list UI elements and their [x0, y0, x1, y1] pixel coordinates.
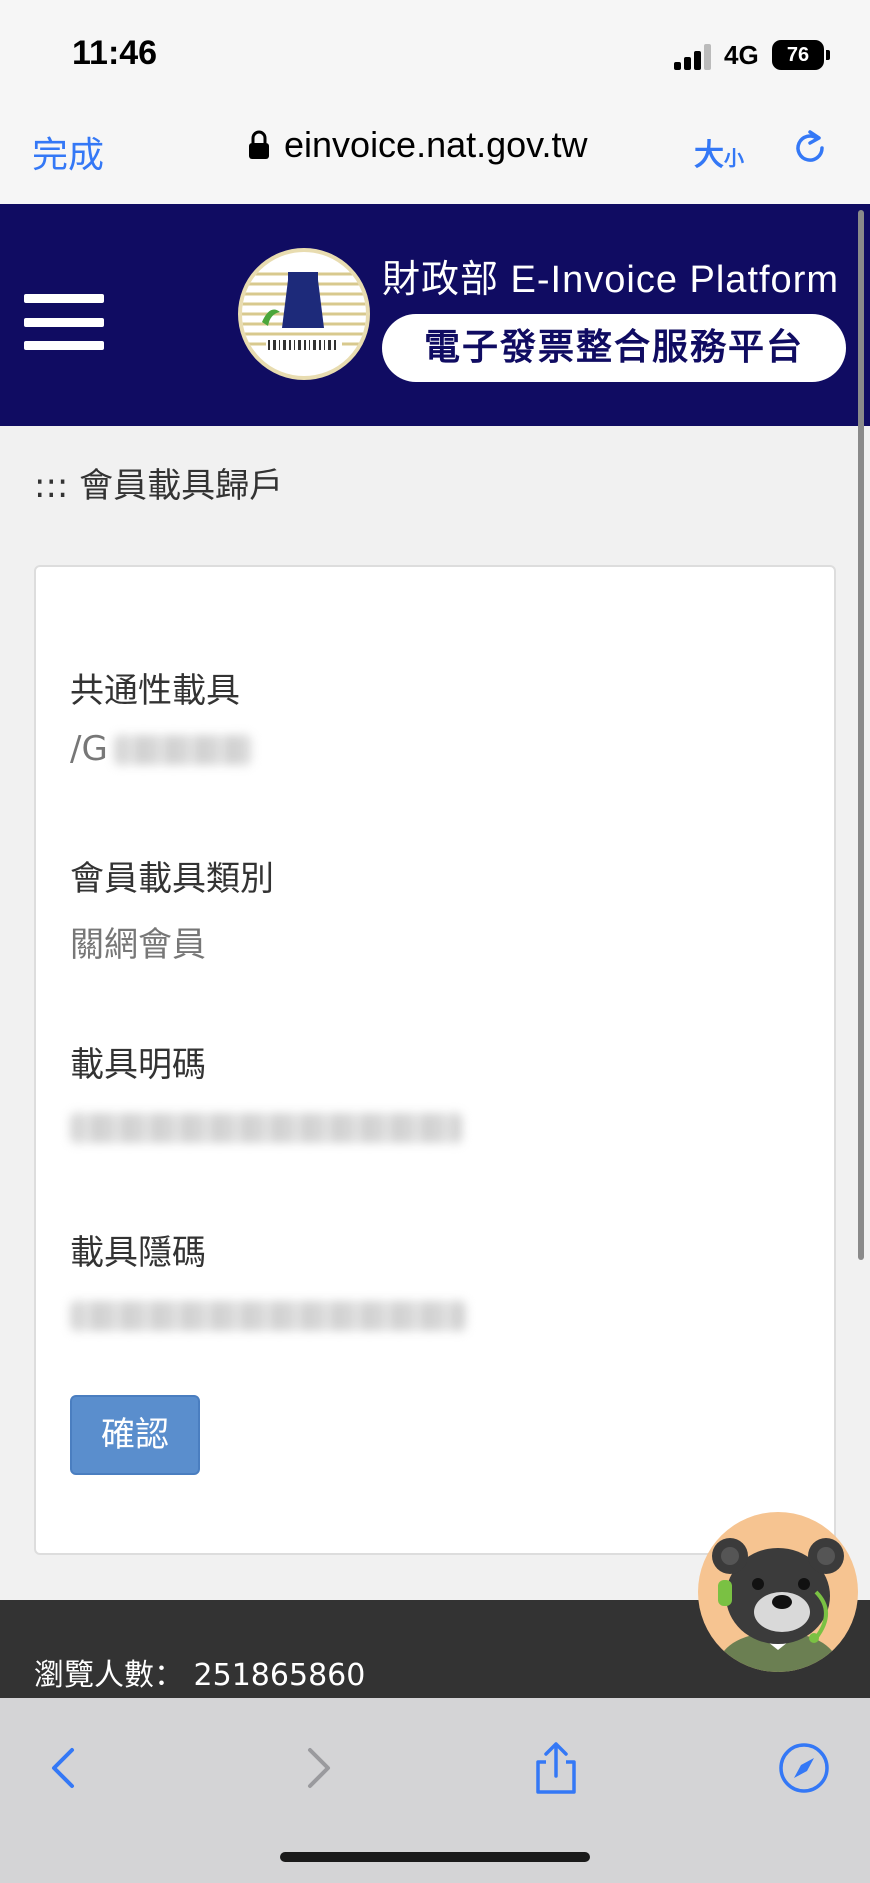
confirm-button[interactable]: 確認 — [70, 1395, 200, 1475]
reload-icon[interactable] — [790, 128, 830, 168]
site-header: 財政部 E-Invoice Platform 電子發票整合服務平台 — [0, 204, 870, 426]
url-text: einvoice.nat.gov.tw — [284, 124, 588, 165]
home-indicator — [280, 1852, 590, 1862]
battery-tip — [826, 50, 830, 60]
ministry-logo — [238, 248, 370, 380]
address-bar[interactable]: einvoice.nat.gov.tw — [248, 124, 588, 166]
compass-icon[interactable] — [776, 1740, 832, 1796]
visitor-counter: 瀏覽人數： 251865860 — [34, 1650, 365, 1694]
network-type: 4G — [724, 40, 759, 70]
lock-icon — [249, 130, 269, 159]
redacted-plain-code — [70, 1113, 462, 1143]
page-title: ::: 會員載具歸戶 — [34, 466, 284, 506]
carrier-plain-code-label: 載具明碼 — [70, 1045, 206, 1085]
menu-icon[interactable] — [24, 294, 104, 350]
common-carrier-label: 共通性載具 — [70, 671, 240, 711]
done-button[interactable]: 完成 — [32, 126, 104, 178]
member-carrier-type-label: 會員載具類別 — [70, 859, 274, 899]
status-bar: 11:46 4G 76 — [0, 0, 870, 100]
status-time: 11:46 — [72, 34, 158, 72]
redacted-hidden-code — [70, 1301, 466, 1331]
text-size-small: 小 — [724, 146, 744, 170]
text-size-big: 大 — [694, 138, 724, 173]
forward-icon[interactable] — [288, 1740, 344, 1796]
redacted-carrier-id — [114, 735, 252, 765]
visitor-label: 瀏覽人數： — [34, 1658, 184, 1693]
back-icon[interactable] — [38, 1740, 94, 1796]
site-title: 財政部 E-Invoice Platform — [382, 259, 839, 301]
carrier-card: 共通性載具 /G 會員載具類別 關網會員 載具明碼 載具隱碼 確認 — [34, 565, 836, 1555]
carrier-hidden-code-label: 載具隱碼 — [70, 1233, 206, 1273]
member-carrier-type-value: 關網會員 — [70, 925, 206, 965]
battery-icon: 76 — [772, 40, 824, 70]
site-subtitle: 電子發票整合服務平台 — [382, 314, 846, 382]
visitor-count: 251865860 — [193, 1658, 366, 1693]
common-carrier-value: /G — [70, 729, 108, 769]
share-icon[interactable] — [528, 1740, 584, 1796]
browser-toolbar: 完成 einvoice.nat.gov.tw 大小 — [0, 100, 870, 204]
text-size-button[interactable]: 大小 — [694, 130, 744, 174]
page-scrollbar[interactable] — [858, 210, 864, 1260]
signal-icon — [674, 44, 714, 70]
mascot-chat-button[interactable] — [698, 1512, 858, 1672]
